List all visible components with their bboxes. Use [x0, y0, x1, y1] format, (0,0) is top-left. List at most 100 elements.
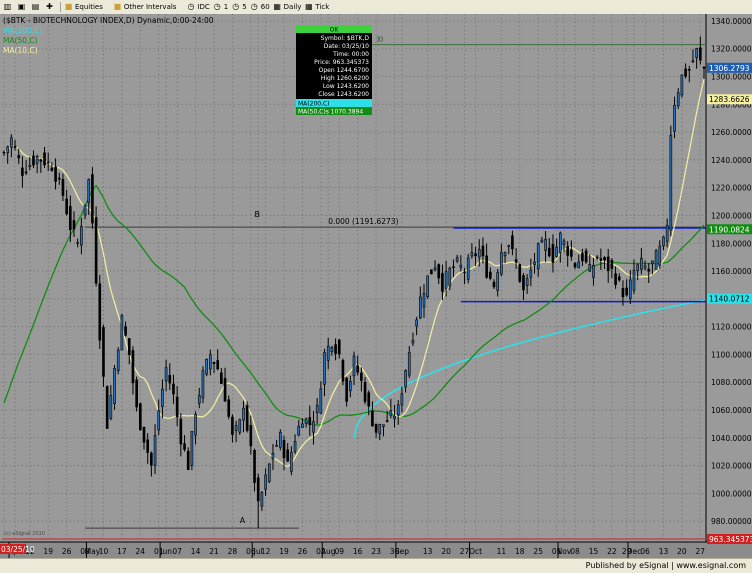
new-chart-button[interactable]: ▥ [3, 3, 14, 11]
candle-body [485, 255, 488, 278]
candle-body [334, 344, 337, 354]
candle-body [676, 92, 680, 107]
other-intervals-menu[interactable]: ■ Other Intervals [113, 3, 177, 12]
candle-body [183, 443, 186, 450]
x-tick-label: 26 [62, 547, 72, 556]
candle-body [547, 247, 551, 257]
candle-body [477, 249, 481, 258]
clock-icon: ◷ [250, 2, 258, 11]
x-tick-label: 11 [497, 547, 507, 556]
candle-body [330, 346, 334, 353]
candle-body [640, 257, 643, 270]
candle-body [323, 352, 326, 385]
candle-body [522, 275, 525, 291]
candle-body [463, 271, 466, 274]
equities-menu[interactable]: ■ Equities [64, 3, 103, 12]
candle-body [433, 267, 437, 271]
ma50-badge: 1190.0824 [709, 225, 750, 234]
status-bar: Published by eSignal | www.esignal.com [0, 558, 752, 573]
candle-body [643, 265, 647, 269]
candle-body [699, 47, 702, 61]
candle-body [662, 236, 665, 247]
candle-body [337, 339, 341, 355]
x-tick-label: Jun [159, 547, 172, 556]
candle-body [87, 179, 91, 203]
y-tick-label: 1160.000000 [711, 267, 752, 276]
y-tick-label: 1200.000000 [711, 211, 752, 220]
candle-body [175, 396, 179, 418]
candle-body [411, 340, 415, 344]
interval-tick-button[interactable]: ▦ Tick [304, 3, 329, 12]
candle-body [551, 244, 555, 263]
candle-body [301, 423, 304, 428]
candle-body [105, 386, 109, 429]
chart-area[interactable]: 980.000000 1000.000000 1020.000000 1040.000… [0, 14, 752, 558]
candle-body [581, 252, 584, 262]
candle-body [98, 283, 102, 341]
candle-body [216, 360, 219, 370]
candle-body [702, 66, 706, 69]
candle-body [360, 372, 363, 381]
candle-body [308, 417, 312, 426]
info-box-header: OK [330, 27, 340, 34]
x-tick-label: 27 [460, 547, 470, 556]
candle-body [209, 354, 212, 370]
clock-icon: ◷ [213, 2, 221, 11]
candle-body [374, 423, 378, 433]
candle-body [584, 250, 588, 263]
candle-body [400, 393, 404, 406]
save-button[interactable]: ▣ [17, 3, 28, 11]
candle-body [518, 264, 522, 282]
x-tick-label: 22 [607, 547, 617, 556]
candle-body [72, 220, 76, 230]
candle-body [43, 152, 46, 166]
candle-body [139, 403, 142, 431]
interval-idc-button[interactable]: ◷ IDC [186, 3, 209, 12]
point-b-label: B [255, 210, 260, 219]
candle-body [69, 205, 72, 231]
candle-body [665, 225, 669, 242]
properties-button[interactable]: ▤ [31, 3, 42, 11]
legend-entry: MA(10,C) [3, 46, 38, 55]
price-chart-svg[interactable]: 980.000000 1000.000000 1020.000000 1040.000… [0, 14, 752, 558]
candle-body [452, 266, 455, 269]
candle-body [382, 424, 385, 427]
candle-body [315, 404, 319, 414]
candle-body [345, 377, 348, 402]
interval-60-label: 60 [260, 3, 270, 11]
candle-body [194, 414, 197, 436]
candle-body [536, 243, 540, 270]
interval-60-button[interactable]: ◷ 60 [250, 2, 270, 12]
candle-body [448, 267, 452, 287]
x-tick-label: 19 [279, 547, 289, 556]
candle-body [46, 161, 50, 164]
candle-body [654, 250, 658, 270]
candle-body [415, 319, 418, 327]
candle-body [647, 268, 651, 272]
crosshair-button[interactable]: ✚ [45, 3, 56, 11]
candle-body [658, 245, 662, 266]
candle-body [13, 145, 17, 148]
candle-body [349, 381, 352, 392]
x-tick-label: 23 [371, 547, 381, 556]
candle-body [249, 425, 253, 447]
x-tick-label: 15 [589, 547, 599, 556]
candle-body [304, 418, 308, 424]
interval-daily-button[interactable]: ▦ Daily [273, 3, 301, 12]
interval-5-button[interactable]: ◷ 5 [231, 3, 246, 12]
candle-body [621, 288, 625, 298]
candle-body [164, 367, 168, 382]
x-tick-label: 26 [298, 547, 308, 556]
interval-1-button[interactable]: ◷ 1 [213, 2, 229, 12]
candle-body [131, 350, 135, 384]
candle-body [588, 264, 592, 272]
candle-body [179, 418, 183, 445]
candle-body [102, 327, 105, 377]
info-box-row: Price: 963.345373 [314, 59, 369, 66]
candle-body [61, 178, 65, 196]
candle-body [91, 174, 94, 224]
candle-body [260, 492, 264, 507]
interval-1-label: 1 [223, 3, 229, 11]
x-tick-label: 19 [43, 547, 53, 556]
candle-body [533, 261, 536, 266]
